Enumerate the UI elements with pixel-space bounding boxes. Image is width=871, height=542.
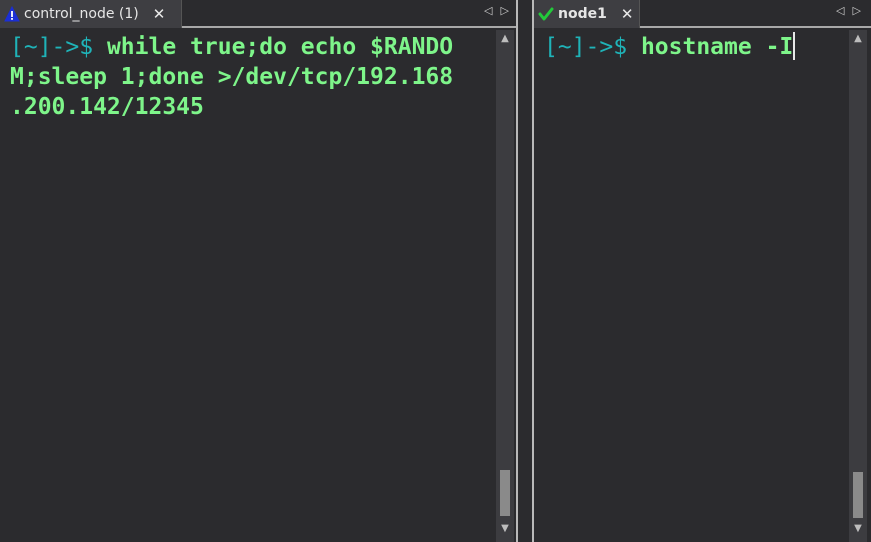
tab-bar: control_node (1) ✕ ◁ ▷	[0, 0, 516, 28]
pane-divider[interactable]	[518, 0, 532, 542]
shell-prompt: [~]->$	[10, 34, 94, 60]
scroll-down-icon[interactable]: ▼	[849, 522, 867, 536]
checkmark-icon	[538, 6, 554, 22]
warning-icon	[4, 6, 20, 22]
scroll-up-icon[interactable]: ▲	[496, 32, 514, 46]
tab-next-icon[interactable]: ▷	[500, 4, 508, 17]
scroll-down-icon[interactable]: ▼	[496, 522, 514, 536]
terminal-pane-node1[interactable]: node1 ✕ ◁ ▷ [~]->$ hostname -I ▲ ▼	[532, 0, 871, 542]
terminal-output[interactable]: [~]->$ hostname -I	[544, 32, 796, 62]
tab-prev-icon[interactable]: ◁	[836, 4, 844, 17]
terminal-output[interactable]: [~]->$ while true;do echo $RANDO M;sleep…	[10, 32, 453, 122]
tab-prev-icon[interactable]: ◁	[484, 4, 492, 17]
vertical-scrollbar[interactable]: ▲ ▼	[496, 30, 514, 542]
tab-label: control_node (1)	[24, 6, 139, 22]
command-text: while true;do echo $RANDO	[93, 34, 454, 60]
text-cursor	[793, 32, 796, 60]
tab-nav: ◁ ▷	[836, 4, 861, 17]
command-text: hostname -I	[627, 34, 794, 60]
tab-node1[interactable]: node1 ✕	[534, 0, 640, 28]
tab-control-node[interactable]: control_node (1) ✕	[0, 0, 182, 28]
tab-next-icon[interactable]: ▷	[852, 4, 860, 17]
command-text: .200.142/12345	[10, 94, 204, 120]
tab-nav: ◁ ▷	[484, 4, 509, 17]
tab-close-button[interactable]: ✕	[153, 6, 166, 22]
tab-close-button[interactable]: ✕	[621, 6, 634, 22]
terminal-pane-control-node[interactable]: control_node (1) ✕ ◁ ▷ [~]->$ while true…	[0, 0, 518, 542]
vertical-scrollbar[interactable]: ▲ ▼	[849, 30, 867, 542]
scroll-thumb[interactable]	[500, 470, 510, 516]
scroll-thumb[interactable]	[853, 472, 863, 518]
tab-bar: node1 ✕ ◁ ▷	[534, 0, 871, 28]
tab-label: node1	[558, 6, 607, 22]
terminal-app: control_node (1) ✕ ◁ ▷ [~]->$ while true…	[0, 0, 871, 542]
command-text: M;sleep 1;done >/dev/tcp/192.168	[10, 64, 454, 90]
shell-prompt: [~]->$	[544, 34, 628, 60]
scroll-up-icon[interactable]: ▲	[849, 32, 867, 46]
